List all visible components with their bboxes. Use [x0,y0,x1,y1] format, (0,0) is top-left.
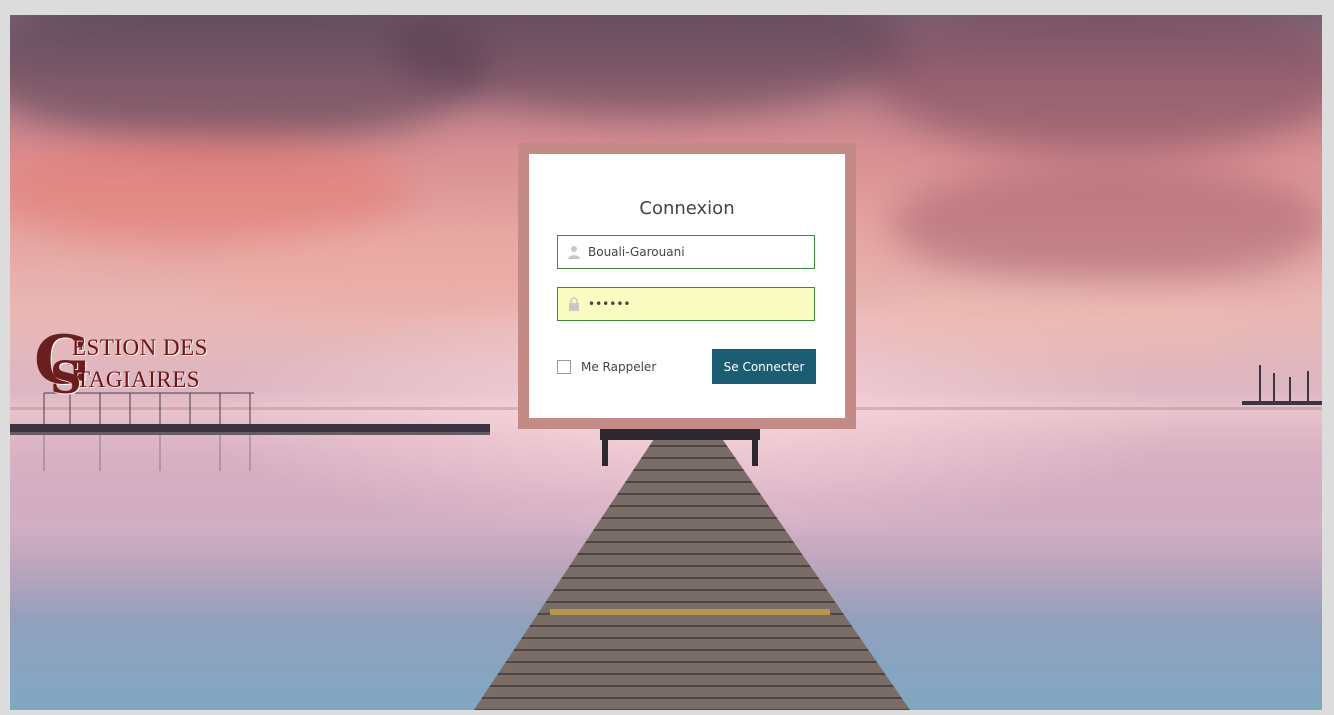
login-panel: Connexion Me Rappeler Se Connecte [529,154,845,418]
login-dialog: Connexion Me Rappeler Se Connecte [518,143,856,429]
jetty-post [752,440,758,466]
username-field[interactable] [557,235,815,269]
login-title: Connexion [639,198,735,219]
sailboats [1242,365,1322,405]
remember-me[interactable]: Me Rappeler [557,360,656,374]
left-pier-edge [10,432,490,435]
jetty-end [600,428,760,440]
password-input[interactable] [588,297,808,311]
login-button[interactable]: Se Connecter [712,349,816,384]
lock-icon [569,297,579,311]
jetty-planks [474,433,910,710]
logo-line-1: ESTION DES [72,335,208,360]
left-pier-deck [10,424,490,432]
jetty-post [602,440,608,466]
remember-checkbox[interactable] [557,360,571,374]
user-icon [568,246,580,259]
password-field[interactable] [557,287,815,321]
remember-label: Me Rappeler [581,360,657,374]
page-frame: G ESTION DES S TAGIAIRES Connexion Boual… [0,0,1334,715]
app-logo: G ESTION DES S TAGIAIRES [34,327,244,403]
logo-line-2: TAGIAIRES [76,367,201,392]
username-input[interactable] [588,245,808,259]
